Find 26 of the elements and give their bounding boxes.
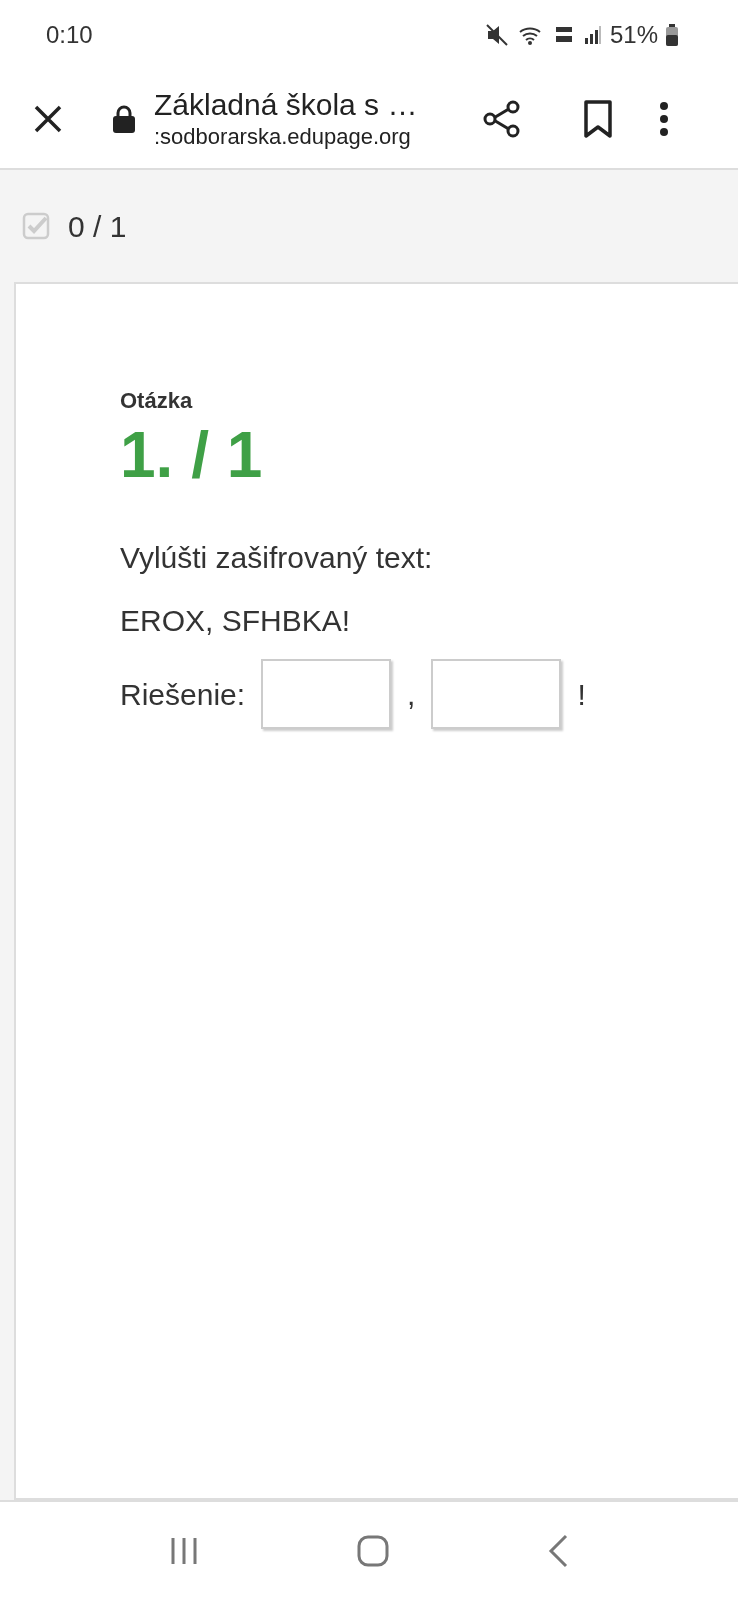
progress-count: 0 / 1 [68, 208, 127, 245]
page-title: Základná škola s … [154, 87, 419, 123]
answer-field[interactable] [431, 659, 562, 729]
home-icon[interactable] [357, 1535, 389, 1567]
lock-icon [112, 104, 136, 134]
mute-icon [485, 24, 510, 46]
signal-icon [583, 25, 602, 45]
question-label: Otázka [120, 387, 194, 415]
back-icon[interactable] [547, 1534, 569, 1568]
question-prompt: Vylúšti zašifrovaný text: [120, 540, 434, 576]
menu-icon [659, 101, 669, 137]
recent-apps-icon[interactable] [169, 1536, 199, 1566]
share-icon [482, 99, 522, 139]
battery-icon [666, 24, 678, 46]
answer-text: Riešenie: [120, 676, 246, 713]
battery-percent: 51% [609, 20, 658, 50]
answer-text: , [407, 676, 416, 713]
status-time: 0:10 [46, 20, 93, 50]
cipher-text: EROX, SFHBKA! [120, 603, 352, 639]
page-url: :sodborarska.edupage.org [154, 123, 412, 151]
answer-text: ! [577, 676, 586, 713]
close-icon [33, 104, 63, 134]
answer-field[interactable] [261, 659, 392, 729]
question-number: 1. / 1 [120, 419, 264, 491]
checkbox-icon [22, 211, 52, 241]
bookmark-icon [583, 99, 613, 139]
